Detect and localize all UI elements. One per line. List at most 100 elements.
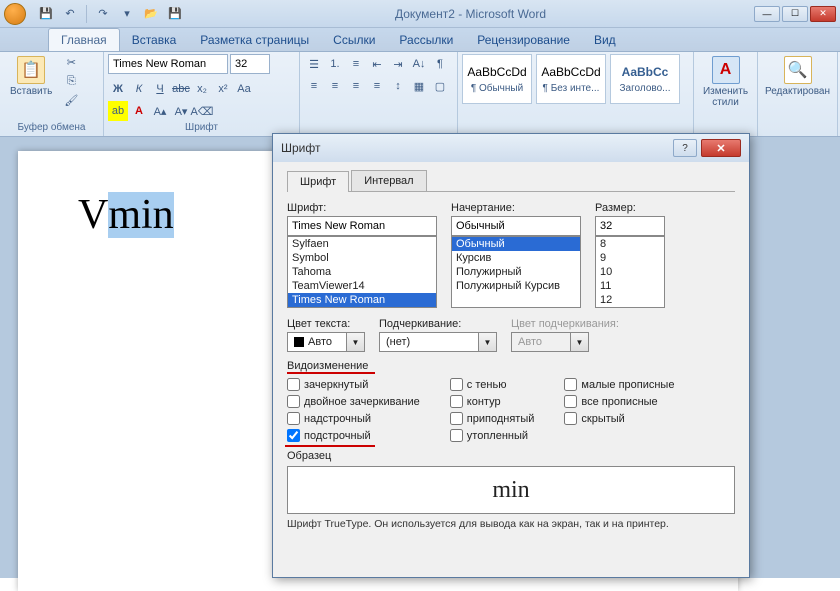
style-field-label: Начертание: (451, 202, 581, 214)
editing-button[interactable]: 🔍 Редактирован (762, 54, 833, 99)
tab-view[interactable]: Вид (582, 29, 628, 51)
copy-icon[interactable]: ⎘ (62, 73, 80, 89)
window-title: Документ2 - Microsoft Word (187, 7, 754, 21)
align-left-button[interactable]: ≡ (304, 76, 324, 96)
qat-menu-icon[interactable]: ▾ (118, 5, 136, 23)
paste-label: Вставить (10, 86, 52, 97)
dialog-close-button[interactable]: ✕ (701, 139, 741, 157)
cut-icon[interactable]: ✂ (62, 54, 80, 70)
tab-insert[interactable]: Вставка (120, 29, 189, 51)
tab-references[interactable]: Ссылки (321, 29, 387, 51)
style-no-spacing[interactable]: AaBbCcDd ¶ Без инте... (536, 54, 606, 104)
minimize-button[interactable]: — (754, 6, 780, 22)
multilevel-button[interactable]: ≡ (346, 54, 366, 74)
font-style-input[interactable] (451, 216, 581, 236)
dialog-help-button[interactable]: ? (673, 139, 697, 157)
chevron-down-icon[interactable]: ▼ (347, 332, 365, 352)
underline-label: Подчеркивание: (379, 318, 497, 330)
open-icon[interactable]: 📂 (142, 5, 160, 23)
separator (86, 5, 87, 23)
maximize-button[interactable]: ☐ (782, 6, 808, 22)
find-icon: 🔍 (784, 56, 812, 84)
borders-button[interactable]: ▢ (430, 76, 450, 96)
chevron-down-icon: ▼ (571, 332, 589, 352)
office-button[interactable] (4, 3, 26, 25)
style-list[interactable]: Обычный Курсив Полужирный Полужирный Кур… (451, 236, 581, 308)
tab-mailings[interactable]: Рассылки (387, 29, 465, 51)
font-name-select[interactable] (108, 54, 228, 74)
grow-font-button[interactable]: A▴ (150, 101, 170, 121)
save2-icon[interactable]: 💾 (166, 5, 184, 23)
effect-superscript[interactable]: надстрочный (287, 412, 420, 425)
clear-format-button[interactable]: A⌫ (192, 101, 212, 121)
font-name-input[interactable] (287, 216, 437, 236)
clipboard-icon: 📋 (17, 56, 45, 84)
bold-button[interactable]: Ж (108, 79, 128, 99)
quick-access-toolbar: 💾 ↶ ↷ ▾ 📂 💾 Документ2 - Microsoft Word —… (0, 0, 840, 28)
style-normal[interactable]: AaBbCcDd ¶ Обычный (462, 54, 532, 104)
effects-section-label: Видоизменение (287, 360, 735, 372)
sample-preview: min (287, 466, 735, 514)
superscript-button[interactable]: x² (213, 79, 233, 99)
dialog-tab-spacing[interactable]: Интервал (351, 170, 426, 191)
show-marks-button[interactable]: ¶ (430, 54, 450, 74)
ribbon-tabs: Главная Вставка Разметка страницы Ссылки… (0, 28, 840, 52)
ribbon: 📋 Вставить ✂ ⎘ 🖌 Буфер обмена Ж К Ч abc … (0, 52, 840, 137)
tab-home[interactable]: Главная (48, 28, 120, 51)
underline-color-label: Цвет подчеркивания: (511, 318, 619, 330)
effect-double-strike[interactable]: двойное зачеркивание (287, 395, 420, 408)
case-button[interactable]: Aa (234, 79, 254, 99)
sample-label: Образец (287, 450, 735, 462)
effect-shadow[interactable]: с тенью (450, 378, 535, 391)
effect-subscript[interactable]: подстрочный (287, 429, 420, 442)
align-right-button[interactable]: ≡ (346, 76, 366, 96)
close-window-button[interactable]: ✕ (810, 6, 836, 22)
subscript-button[interactable]: x₂ (192, 79, 212, 99)
effect-hidden[interactable]: скрытый (564, 412, 674, 425)
dialog-title: Шрифт (281, 141, 320, 155)
indent-inc-button[interactable]: ⇥ (388, 54, 408, 74)
font-list[interactable]: Sylfaen Symbol Tahoma TeamViewer14 Times… (287, 236, 437, 308)
underline-color-combo: Авто ▼ (511, 332, 619, 352)
change-styles-icon: A (712, 56, 740, 84)
tab-review[interactable]: Рецензирование (465, 29, 582, 51)
change-styles-button[interactable]: A Изменить стили (698, 54, 753, 110)
align-center-button[interactable]: ≡ (325, 76, 345, 96)
effect-strike[interactable]: зачеркнутый (287, 378, 420, 391)
underline-button[interactable]: Ч (150, 79, 170, 99)
size-list[interactable]: 8 9 10 11 12 (595, 236, 665, 308)
tab-layout[interactable]: Разметка страницы (188, 29, 321, 51)
font-color-combo[interactable]: Авто ▼ (287, 332, 365, 352)
redo-icon[interactable]: ↷ (94, 5, 112, 23)
format-painter-icon[interactable]: 🖌 (62, 92, 80, 108)
chevron-down-icon[interactable]: ▼ (479, 332, 497, 352)
paste-button[interactable]: 📋 Вставить (4, 54, 58, 99)
highlight-button[interactable]: ab (108, 101, 128, 121)
shading-button[interactable]: ▦ (409, 76, 429, 96)
dialog-tab-font[interactable]: Шрифт (287, 171, 349, 192)
effect-engrave[interactable]: утопленный (450, 429, 535, 442)
underline-combo[interactable]: (нет) ▼ (379, 332, 497, 352)
indent-dec-button[interactable]: ⇤ (367, 54, 387, 74)
effect-allcaps[interactable]: все прописные (564, 395, 674, 408)
font-size-select[interactable] (230, 54, 270, 74)
bullets-button[interactable]: ☰ (304, 54, 324, 74)
numbering-button[interactable]: 1. (325, 54, 345, 74)
undo-icon[interactable]: ↶ (61, 5, 79, 23)
font-color-button[interactable]: A (129, 101, 149, 121)
font-size-input[interactable] (595, 216, 665, 236)
shrink-font-button[interactable]: A▾ (171, 101, 191, 121)
font-footnote: Шрифт TrueType. Он используется для выво… (287, 518, 735, 530)
style-heading[interactable]: AaBbCc Заголово... (610, 54, 680, 104)
effect-outline[interactable]: контур (450, 395, 535, 408)
sort-button[interactable]: A↓ (409, 54, 429, 74)
font-group-label: Шрифт (108, 121, 295, 134)
save-icon[interactable]: 💾 (37, 5, 55, 23)
justify-button[interactable]: ≡ (367, 76, 387, 96)
italic-button[interactable]: К (129, 79, 149, 99)
effect-smallcaps[interactable]: малые прописные (564, 378, 674, 391)
line-spacing-button[interactable]: ↕ (388, 76, 408, 96)
effect-emboss[interactable]: приподнятый (450, 412, 535, 425)
dialog-titlebar[interactable]: Шрифт ? ✕ (273, 134, 749, 162)
strike-button[interactable]: abc (171, 79, 191, 99)
